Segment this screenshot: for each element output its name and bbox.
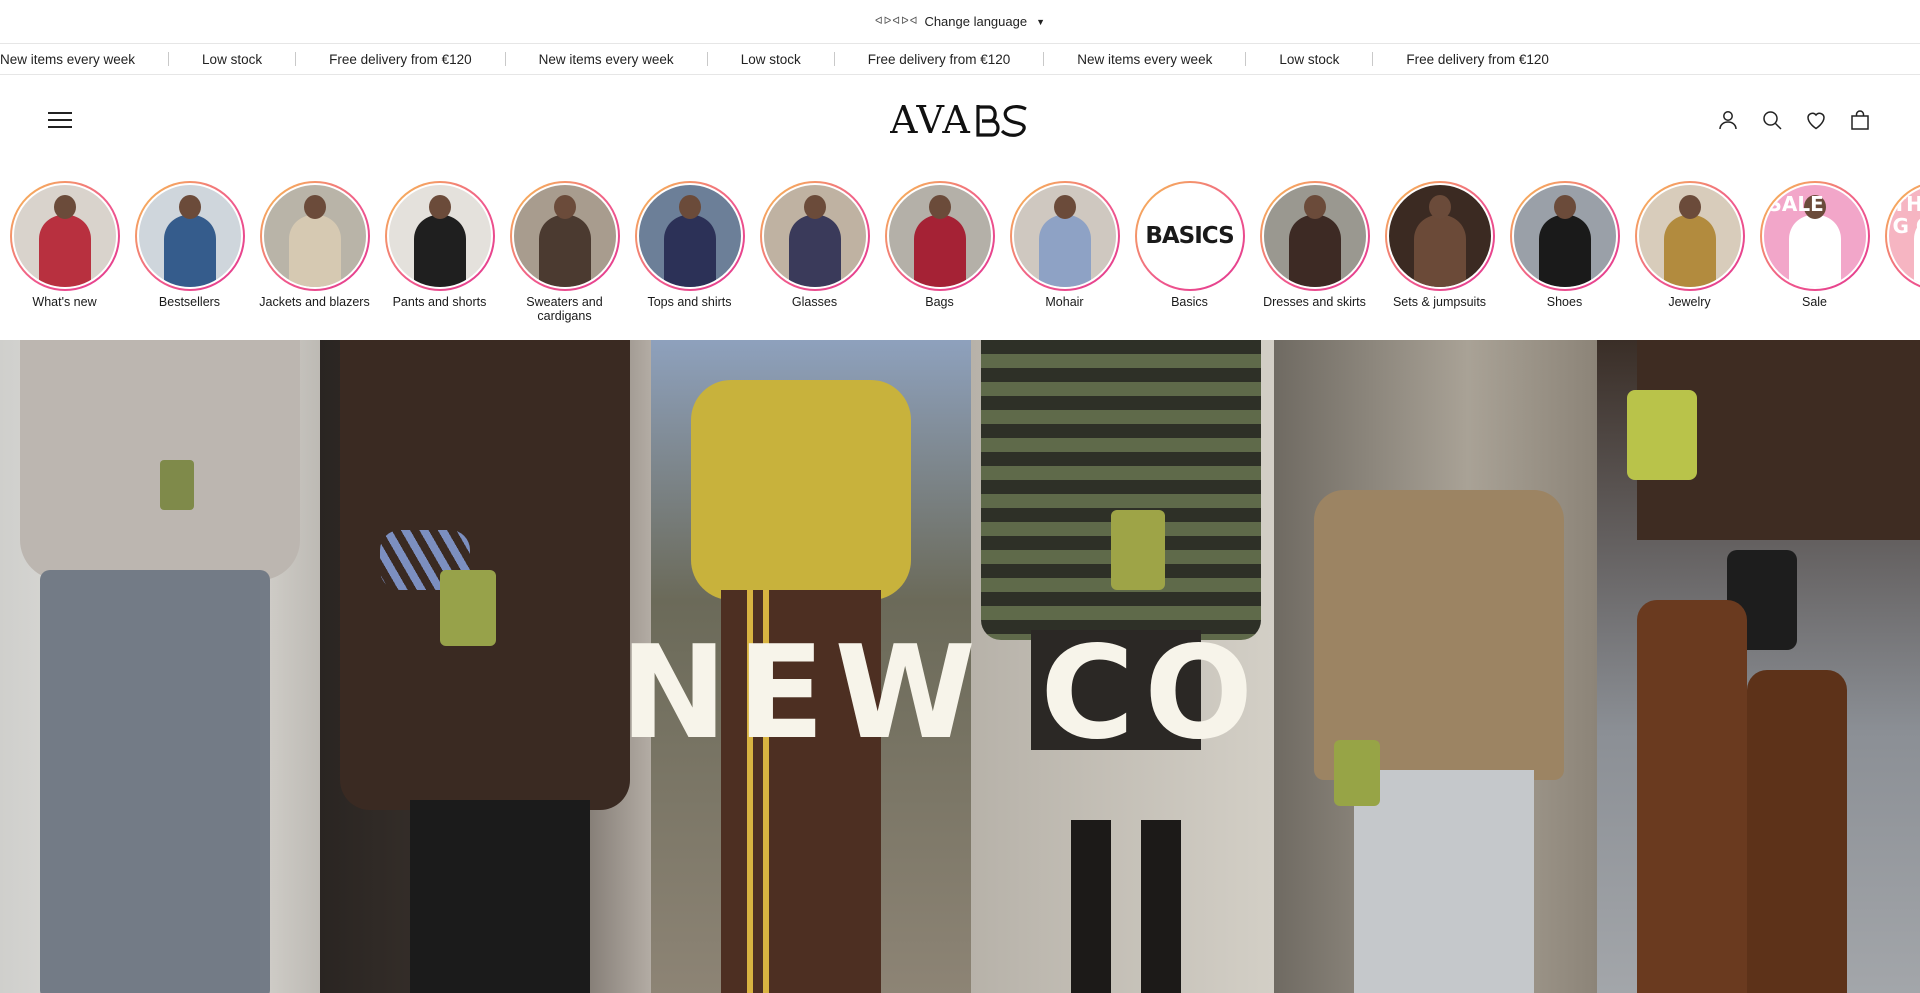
category-thumbnail[interactable]: SALE <box>1759 181 1870 291</box>
category-label: What's new <box>32 295 97 309</box>
category-label: Glasses <box>791 295 838 309</box>
category-label: Sale <box>1801 295 1828 309</box>
category-thumb-text: THIS A G CAR <box>1892 192 1920 238</box>
announcement-text: Low stock <box>1279 51 1340 67</box>
category-item[interactable]: Tops and shirts <box>627 181 752 309</box>
category-label: Bestsellers <box>158 295 221 309</box>
brand-logo[interactable]: AVA <box>890 97 1030 143</box>
announcement-text: New items every week <box>1077 51 1213 67</box>
category-thumb-text: SALE <box>1767 192 1824 216</box>
category-thumbnail[interactable] <box>1634 181 1745 291</box>
hero-photo-5 <box>1274 340 1597 993</box>
site-header: AVA <box>0 75 1920 165</box>
category-item[interactable]: Jackets and blazers <box>252 181 377 309</box>
announcement-separator <box>1043 52 1045 66</box>
category-thumbnail[interactable]: THIS A G CAR <box>1884 181 1920 291</box>
category-thumbnail[interactable] <box>1509 181 1620 291</box>
language-selector[interactable]: ᐊᐅᐊᐅᐊ Change language ▼ <box>0 0 1920 44</box>
category-item[interactable]: Sets & jumpsuits <box>1377 181 1502 309</box>
category-label: Pants and shorts <box>392 295 487 309</box>
announcement-separator <box>833 52 835 66</box>
category-thumbnail[interactable] <box>1009 181 1120 291</box>
hero-photo-2 <box>320 340 651 993</box>
category-item[interactable]: Shoes <box>1502 181 1627 309</box>
category-thumb-text: BASICS <box>1145 223 1234 249</box>
category-item[interactable]: Bestsellers <box>127 181 252 309</box>
hero-photo-1 <box>0 340 320 993</box>
announcement-text: Low stock <box>740 51 801 67</box>
search-icon[interactable] <box>1760 108 1784 132</box>
category-thumbnail[interactable] <box>884 181 995 291</box>
wishlist-heart-icon[interactable] <box>1804 108 1828 132</box>
category-item[interactable]: Bags <box>877 181 1002 309</box>
category-thumbnail[interactable] <box>134 181 245 291</box>
category-item[interactable]: Jewelry <box>1627 181 1752 309</box>
category-item[interactable]: Dresses and skirts <box>1252 181 1377 309</box>
announcement-separator <box>295 52 297 66</box>
category-item[interactable]: What's new <box>2 181 127 309</box>
category-label: Sets & jumpsuits <box>1392 295 1487 309</box>
category-label: Jackets and blazers <box>259 295 370 309</box>
svg-text:AVA: AVA <box>890 98 971 142</box>
category-item[interactable]: Sweaters and cardigans <box>502 181 627 323</box>
category-label: Bags <box>925 295 954 309</box>
category-label: Basics <box>1171 295 1208 309</box>
category-thumbnail[interactable] <box>1384 181 1495 291</box>
announcement-separator <box>168 52 170 66</box>
announcement-text: Free delivery from €120 <box>329 51 472 67</box>
category-thumbnail[interactable] <box>759 181 870 291</box>
category-item[interactable]: Pants and shorts <box>377 181 502 309</box>
chevron-down-icon: ▼ <box>1036 16 1046 27</box>
language-label: Change language <box>924 14 1028 29</box>
category-carousel: What's new Bestsellers Jackets and blazers… <box>0 181 1920 331</box>
menu-hamburger-icon[interactable] <box>48 112 72 128</box>
announcement-text: Free delivery from €120 <box>1406 51 1549 67</box>
language-flag: ᐊᐅᐊᐅᐊ <box>874 16 919 27</box>
category-label: Tops and shirts <box>647 295 732 309</box>
announcement-separator <box>1245 52 1247 66</box>
account-icon[interactable] <box>1716 108 1740 132</box>
category-label: C <box>1877 295 1920 309</box>
category-item[interactable]: BASICS Basics <box>1127 181 1252 309</box>
category-item[interactable]: Mohair <box>1002 181 1127 309</box>
category-thumbnail[interactable] <box>384 181 495 291</box>
category-label: Jewelry <box>1668 295 1711 309</box>
category-thumbnail[interactable] <box>259 181 370 291</box>
cart-bag-icon[interactable] <box>1848 108 1872 132</box>
announcement-text: New items every week <box>0 51 136 67</box>
hero-headline: NEW CO <box>620 619 1264 768</box>
category-item[interactable]: THIS A G CAR C <box>1877 181 1920 309</box>
category-thumbnail[interactable] <box>1259 181 1370 291</box>
category-thumbnail[interactable] <box>634 181 745 291</box>
hero-photo-6 <box>1597 340 1920 993</box>
announcement-text: New items every week <box>538 51 674 67</box>
announcement-text: Low stock <box>202 51 263 67</box>
category-label: Mohair <box>1045 295 1084 309</box>
category-label: Dresses and skirts <box>1263 295 1366 309</box>
category-item[interactable]: Glasses <box>752 181 877 309</box>
category-thumbnail[interactable] <box>509 181 620 291</box>
announcement-separator <box>504 52 506 66</box>
hero-banner[interactable]: NEW CO <box>0 340 1920 993</box>
category-label: Sweaters and cardigans <box>526 295 603 323</box>
category-label: Shoes <box>1546 295 1583 309</box>
announcement-text: Free delivery from €120 <box>867 51 1011 67</box>
announcement-separator <box>706 52 708 66</box>
category-thumbnail[interactable] <box>9 181 120 291</box>
announcement-separator <box>1372 52 1374 66</box>
category-thumbnail[interactable]: BASICS <box>1134 181 1245 291</box>
announcement-marquee: New items every week Low stock Free delive… <box>0 44 1920 75</box>
category-item[interactable]: SALE Sale <box>1752 181 1877 309</box>
